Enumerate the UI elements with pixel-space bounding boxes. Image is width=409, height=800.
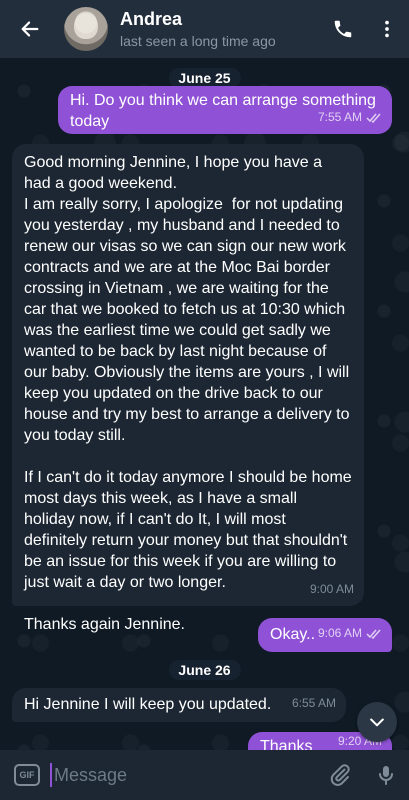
- paperclip-icon: [330, 764, 350, 786]
- more-vertical-icon: [385, 20, 389, 38]
- avatar[interactable]: [64, 7, 108, 51]
- message-time: 7:55 AM: [318, 107, 382, 128]
- more-menu-button[interactable]: [365, 0, 409, 58]
- attach-button[interactable]: [317, 750, 363, 800]
- message-time: 6:55 AM: [291, 696, 336, 710]
- last-seen-status: last seen a long time ago: [120, 33, 276, 49]
- back-button[interactable]: [6, 0, 54, 58]
- gif-button[interactable]: GIF: [14, 764, 40, 786]
- message-text: Good morning Jennine, I hope you have a …: [24, 154, 352, 633]
- arrow-left-icon: [21, 21, 39, 37]
- message-time: 9:06 AM: [318, 623, 382, 644]
- date-divider: June 25: [168, 68, 241, 88]
- message-time: 9:00 AM: [309, 582, 354, 596]
- chat-header: Andrea last seen a long time ago: [0, 0, 409, 58]
- message-list[interactable]: June 25 Hi. Do you think we can arrange …: [0, 58, 409, 750]
- outgoing-message[interactable]: Hi. Do you think we can arrange somethin…: [58, 86, 392, 134]
- microphone-icon: [379, 766, 393, 785]
- double-check-icon: [366, 113, 381, 123]
- call-button[interactable]: [321, 0, 365, 58]
- chevron-down-icon: [370, 718, 384, 727]
- outgoing-message[interactable]: Okay.. 9:06 AM: [258, 618, 392, 652]
- phone-icon: [334, 20, 352, 38]
- incoming-message[interactable]: Hi Jennine I will keep you updated. 6:55…: [12, 688, 346, 722]
- date-divider: June 26: [168, 660, 241, 680]
- message-input[interactable]: [50, 763, 317, 787]
- chat-title-area[interactable]: Andrea last seen a long time ago: [120, 8, 321, 50]
- voice-message-button[interactable]: [363, 750, 409, 800]
- incoming-message[interactable]: Good morning Jennine, I hope you have a …: [12, 144, 364, 633]
- contact-name: Andrea: [120, 9, 183, 29]
- scroll-down-button[interactable]: [357, 702, 397, 742]
- double-check-icon: [366, 629, 381, 639]
- message-composer: GIF: [0, 750, 409, 800]
- message-text: Hi Jennine I will keep you updated.: [24, 696, 272, 713]
